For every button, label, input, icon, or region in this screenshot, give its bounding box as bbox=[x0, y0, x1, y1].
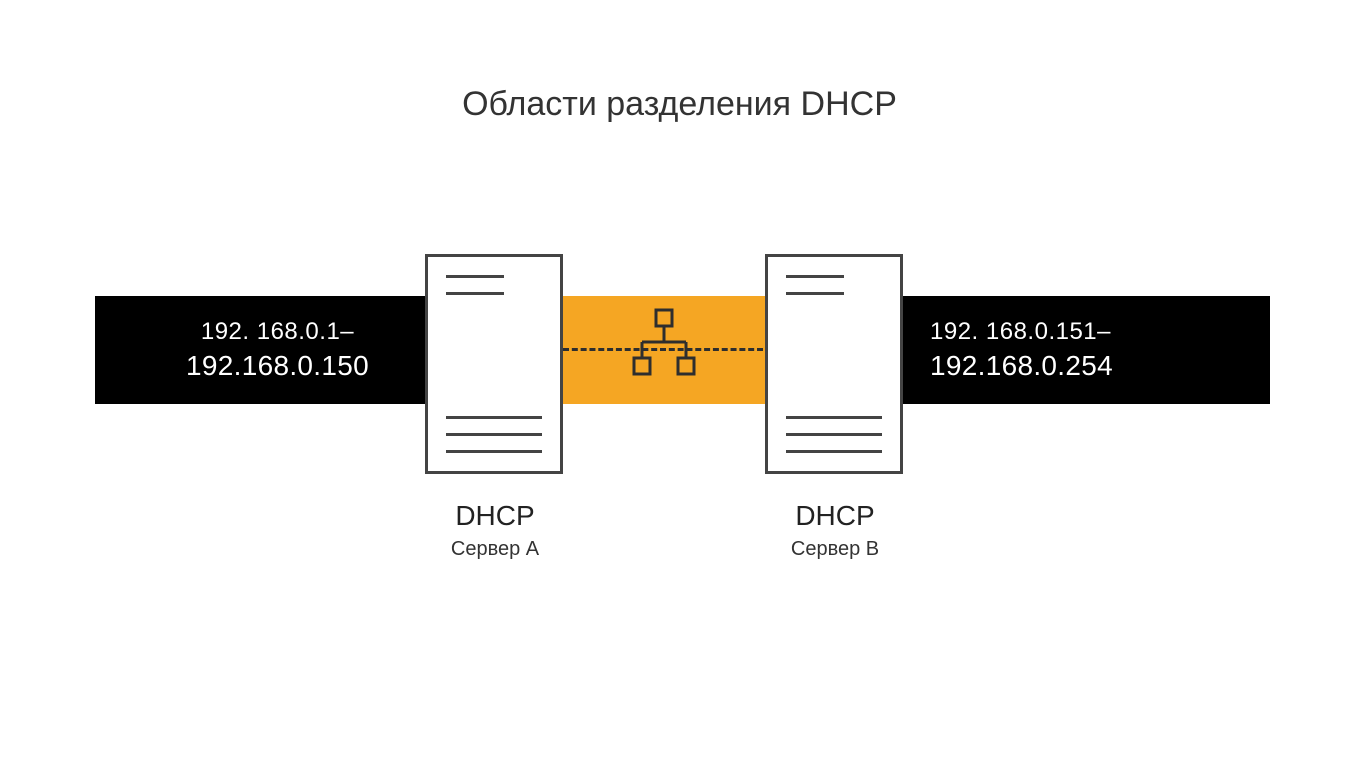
network-hub-icon bbox=[630, 308, 698, 382]
server-a-label: DHCP Сервер A bbox=[405, 500, 585, 561]
decor-line bbox=[786, 275, 844, 278]
ip-range-right-end: 192.168.0.254 bbox=[930, 349, 1113, 383]
server-a-top-decor bbox=[446, 275, 542, 295]
ip-range-left: 192. 168.0.1– 192.168.0.150 bbox=[95, 296, 425, 404]
decor-line bbox=[786, 450, 882, 453]
server-b-subtitle: Сервер B bbox=[745, 538, 925, 561]
server-b-label: DHCP Сервер B bbox=[745, 500, 925, 561]
ip-range-right: 192. 168.0.151– 192.168.0.254 bbox=[900, 296, 1270, 404]
decor-line bbox=[446, 292, 504, 295]
diagram-title: Области разделения DHCP bbox=[0, 85, 1359, 124]
decor-line bbox=[446, 450, 542, 453]
server-a-name: DHCP bbox=[405, 500, 585, 532]
server-a-subtitle: Сервер A bbox=[405, 538, 585, 561]
ip-range-right-start: 192. 168.0.151– bbox=[930, 318, 1111, 347]
decor-line bbox=[786, 416, 882, 419]
server-b-bottom-decor bbox=[786, 416, 882, 453]
server-a-bottom-decor bbox=[446, 416, 542, 453]
server-b-top-decor bbox=[786, 275, 882, 295]
ip-range-left-start: 192. 168.0.1– bbox=[201, 318, 354, 347]
ip-range-left-end: 192.168.0.150 bbox=[186, 349, 369, 383]
decor-line bbox=[446, 275, 504, 278]
decor-line bbox=[786, 433, 882, 436]
server-b-box bbox=[765, 254, 903, 474]
decor-line bbox=[446, 433, 542, 436]
server-a-box bbox=[425, 254, 563, 474]
server-b-name: DHCP bbox=[745, 500, 925, 532]
decor-line bbox=[446, 416, 542, 419]
decor-line bbox=[786, 292, 844, 295]
diagram-canvas: Области разделения DHCP 192. 168.0.1– 19… bbox=[0, 0, 1359, 783]
